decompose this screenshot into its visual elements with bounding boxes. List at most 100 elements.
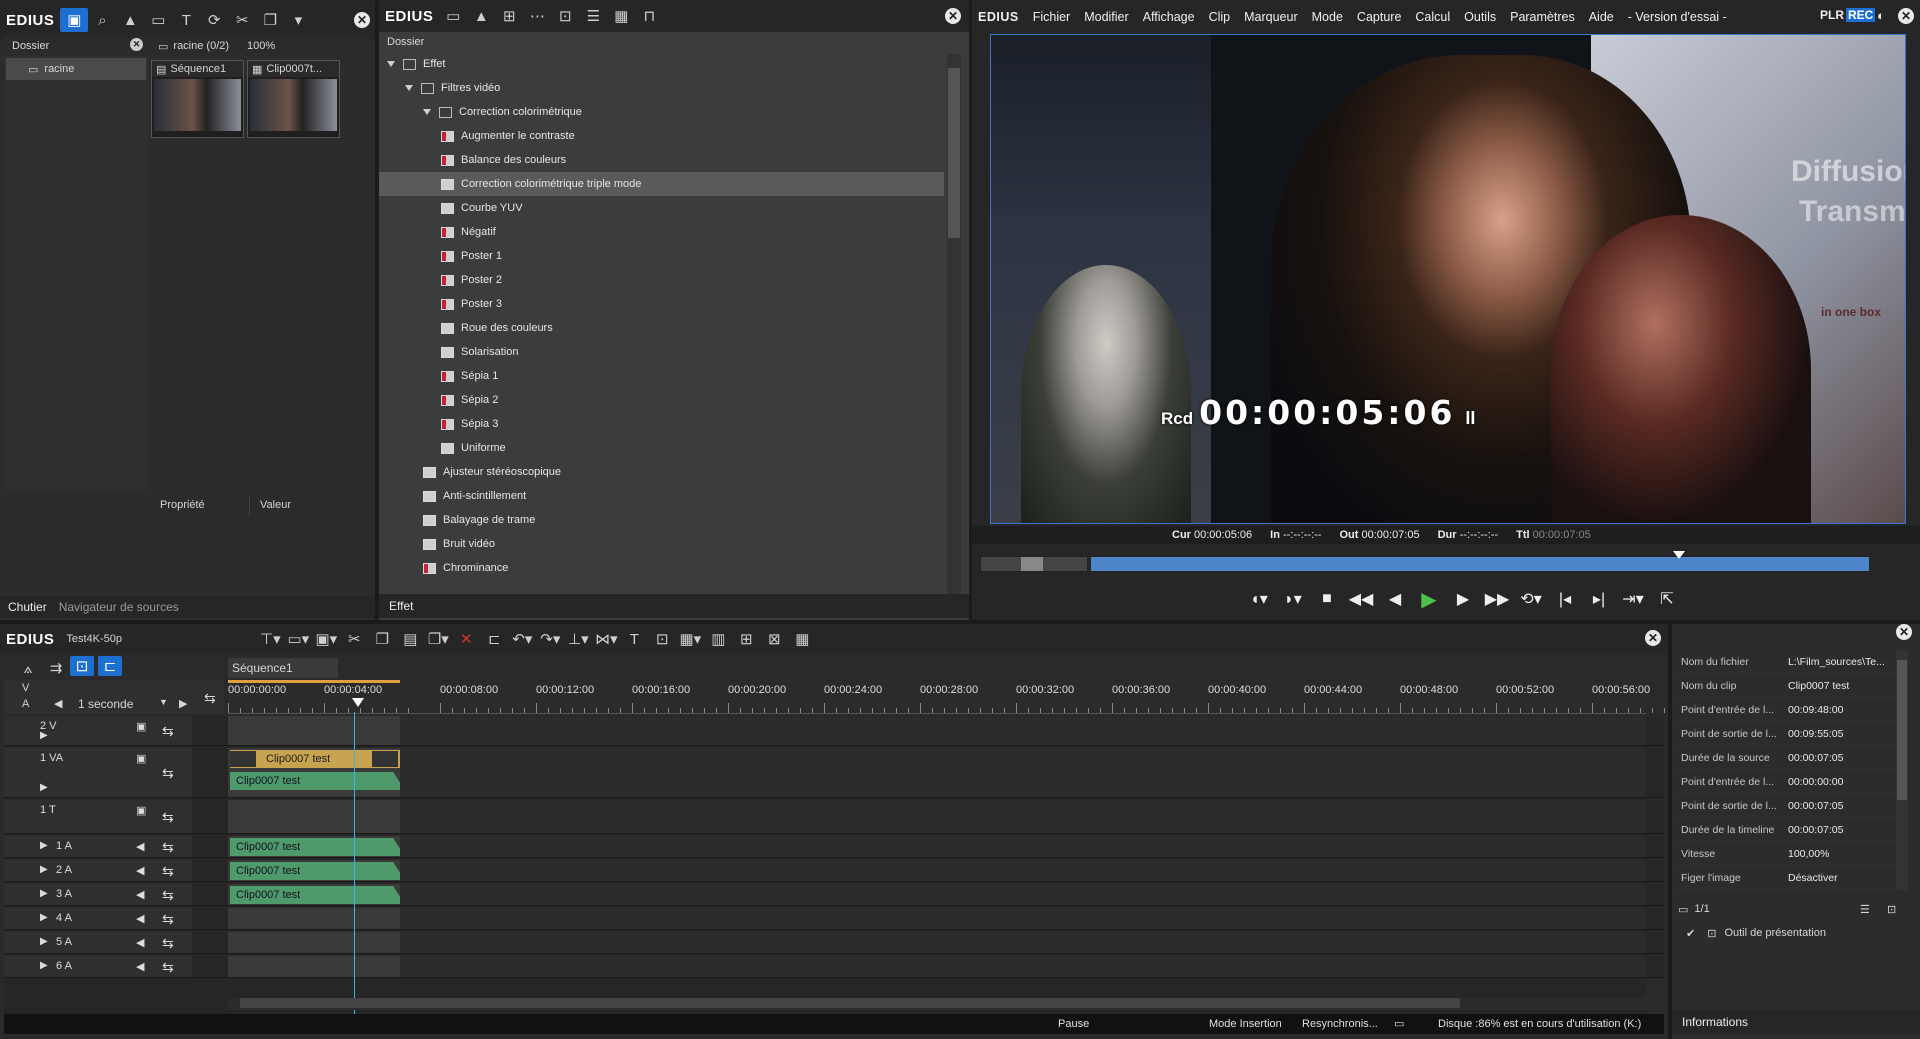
up-folder-icon[interactable]: ▲	[467, 4, 495, 28]
group-link-icon[interactable]: ⊡	[70, 656, 94, 676]
minimize-icon[interactable]: ◐	[1877, 8, 1885, 23]
bin-close-icon[interactable]: ✕	[354, 12, 370, 28]
lock-icon[interactable]: ⊓	[635, 4, 663, 28]
fast-forward-icon[interactable]: ▶▶	[1480, 586, 1514, 612]
timeline-ruler[interactable]: 00:00:00:00 00:00:04:00 00:00:08:00 00:00:1…	[228, 680, 1665, 714]
delete-icon[interactable]: ✕	[452, 627, 480, 651]
track-header[interactable]: ▶ 4 A ◀ ⇆	[4, 908, 192, 929]
expand-icon[interactable]: ▶	[40, 960, 48, 971]
loop-icon[interactable]: ⟲▾	[1514, 586, 1548, 612]
track-patch-icon[interactable]: ⇆	[162, 839, 174, 856]
expand-icon[interactable]: ▶	[40, 936, 48, 947]
multicam-icon[interactable]: ▥	[704, 627, 732, 651]
rewind-icon[interactable]: ◀◀	[1344, 586, 1378, 612]
status-mode[interactable]: Mode Insertion	[1209, 1014, 1282, 1034]
playhead-marker[interactable]	[1673, 551, 1685, 559]
rec-label[interactable]: REC	[1846, 8, 1876, 22]
scale-next-icon[interactable]: ▶	[179, 697, 187, 710]
list-icon[interactable]: ☰	[1860, 903, 1870, 916]
menu-marqueur[interactable]: Marqueur	[1244, 10, 1298, 24]
expand-icon[interactable]	[405, 85, 413, 91]
delete-icon[interactable]: ⊡	[551, 4, 579, 28]
expand-icon[interactable]: ▶	[40, 730, 48, 741]
tree-icon[interactable]: ⊞	[495, 4, 523, 28]
tree-root-folder[interactable]: ▭ racine	[6, 58, 146, 80]
expand-icon[interactable]: ▶	[40, 864, 48, 875]
mark-out-icon[interactable]: ◗▾	[1276, 586, 1310, 612]
effect-folder[interactable]: Filtres vidéo	[379, 76, 944, 100]
position-bar[interactable]	[1090, 551, 1870, 572]
menu-aide[interactable]: Aide	[1589, 10, 1614, 24]
speaker-icon[interactable]: ◀	[136, 888, 144, 901]
timeline-close-icon[interactable]: ✕	[1645, 630, 1661, 646]
track-patch-icon[interactable]: ⇆	[162, 911, 174, 928]
effect-item[interactable]: Courbe YUV	[379, 196, 944, 220]
render-icon[interactable]: ▦▾	[676, 627, 704, 651]
safe-area-icon[interactable]: ⊠	[760, 627, 788, 651]
track-header[interactable]: ▶ 1 A ◀ ⇆	[4, 836, 192, 857]
dropdown-icon[interactable]: ▾	[284, 8, 312, 32]
menu-modifier[interactable]: Modifier	[1084, 10, 1128, 24]
effect-item[interactable]: Correction colorimétrique triple mode	[379, 172, 944, 196]
shuttle-knob[interactable]	[1021, 557, 1043, 571]
transition-icon[interactable]: ⋈▾	[592, 627, 620, 651]
track-lane[interactable]	[228, 716, 1646, 745]
effect-item[interactable]: Négatif	[379, 220, 944, 244]
speaker-icon[interactable]: ◀	[136, 840, 144, 853]
track-patch-icon[interactable]: ⇆	[162, 723, 174, 740]
speaker-icon[interactable]: ◀	[136, 912, 144, 925]
import-icon[interactable]: ⊡	[648, 627, 676, 651]
track-lane[interactable]	[228, 932, 1646, 953]
info-scroll-thumb[interactable]	[1897, 660, 1907, 800]
info-tool-row[interactable]: ✔ ⊡ Outil de présentation	[1686, 922, 1906, 944]
track-lane[interactable]	[228, 956, 1646, 977]
effect-item[interactable]: Poster 3	[379, 292, 944, 316]
paste-icon[interactable]: ▤	[396, 627, 424, 651]
insert-icon[interactable]: ⇥▾	[1616, 586, 1650, 612]
snap-icon[interactable]: ⊏	[98, 656, 122, 676]
grid-view-icon[interactable]: ▦	[607, 4, 635, 28]
effect-item[interactable]: Chrominance	[379, 556, 944, 580]
effect-item[interactable]: Balance des couleurs	[379, 148, 944, 172]
track-patch-icon[interactable]: ⇆	[162, 863, 174, 880]
track-patch-icon[interactable]: ⇆	[162, 765, 174, 782]
track-patch-icon[interactable]: ⇆	[162, 887, 174, 904]
effect-item[interactable]: Roue des couleurs	[379, 316, 944, 340]
add-cut-icon[interactable]: ⊥▾	[564, 627, 592, 651]
track-patch-icon[interactable]: ⇆	[162, 935, 174, 952]
video-clip[interactable]: Clip0007 test	[230, 750, 400, 768]
timeline-track[interactable]: ▶ 6 A ◀ ⇆	[4, 956, 1664, 978]
folder-icon[interactable]: ▭	[439, 4, 467, 28]
monitor-icon[interactable]: ▣	[136, 720, 146, 733]
check-icon[interactable]: ✔	[1686, 927, 1695, 940]
track-header[interactable]: 1 T ▣ ⇆	[4, 800, 192, 833]
cut-icon[interactable]: ✂	[228, 8, 256, 32]
scale-select[interactable]: 1 seconde	[78, 697, 133, 711]
speaker-icon[interactable]: ◀	[136, 960, 144, 973]
step-forward-icon[interactable]: ▶	[1446, 586, 1480, 612]
audio-clip[interactable]: Clip0007 test	[230, 772, 400, 790]
audio-clip[interactable]: Clip0007 test	[230, 862, 400, 880]
effect-item[interactable]: Anti-scintillement	[379, 484, 944, 508]
track-header[interactable]: ▶ 5 A ◀ ⇆	[4, 932, 192, 953]
effect-item[interactable]: Sépia 3	[379, 412, 944, 436]
track-header[interactable]: ▶ 6 A ◀ ⇆	[4, 956, 192, 977]
menu-clip[interactable]: Clip	[1209, 10, 1231, 24]
plr-rec-toggle[interactable]: PLR REC	[1820, 8, 1876, 22]
plr-label[interactable]: PLR	[1820, 8, 1844, 22]
status-resync[interactable]: Resynchronis...	[1302, 1014, 1378, 1034]
title-icon[interactable]: T	[620, 627, 648, 651]
expand-icon[interactable]	[387, 61, 395, 67]
go-in-icon[interactable]: |◂	[1548, 586, 1582, 612]
go-out-icon[interactable]: ▸|	[1582, 586, 1616, 612]
effect-item[interactable]: Ajusteur stéréoscopique	[379, 460, 944, 484]
paste-insert-icon[interactable]: ❐▾	[424, 627, 452, 651]
track-lane[interactable]: Clip0007 test	[228, 884, 1646, 905]
folder-view-icon[interactable]: ▣	[60, 8, 89, 32]
monitor-icon[interactable]: ▣	[136, 804, 146, 817]
sync-lock-icon[interactable]: ⟑	[14, 656, 42, 680]
scroll-thumb[interactable]	[948, 68, 960, 238]
track-header[interactable]: 1 VA ▣ ⇆ ▶	[4, 748, 192, 797]
monitor-icon[interactable]: ▣	[136, 752, 146, 765]
ruler-playhead[interactable]	[352, 698, 364, 707]
